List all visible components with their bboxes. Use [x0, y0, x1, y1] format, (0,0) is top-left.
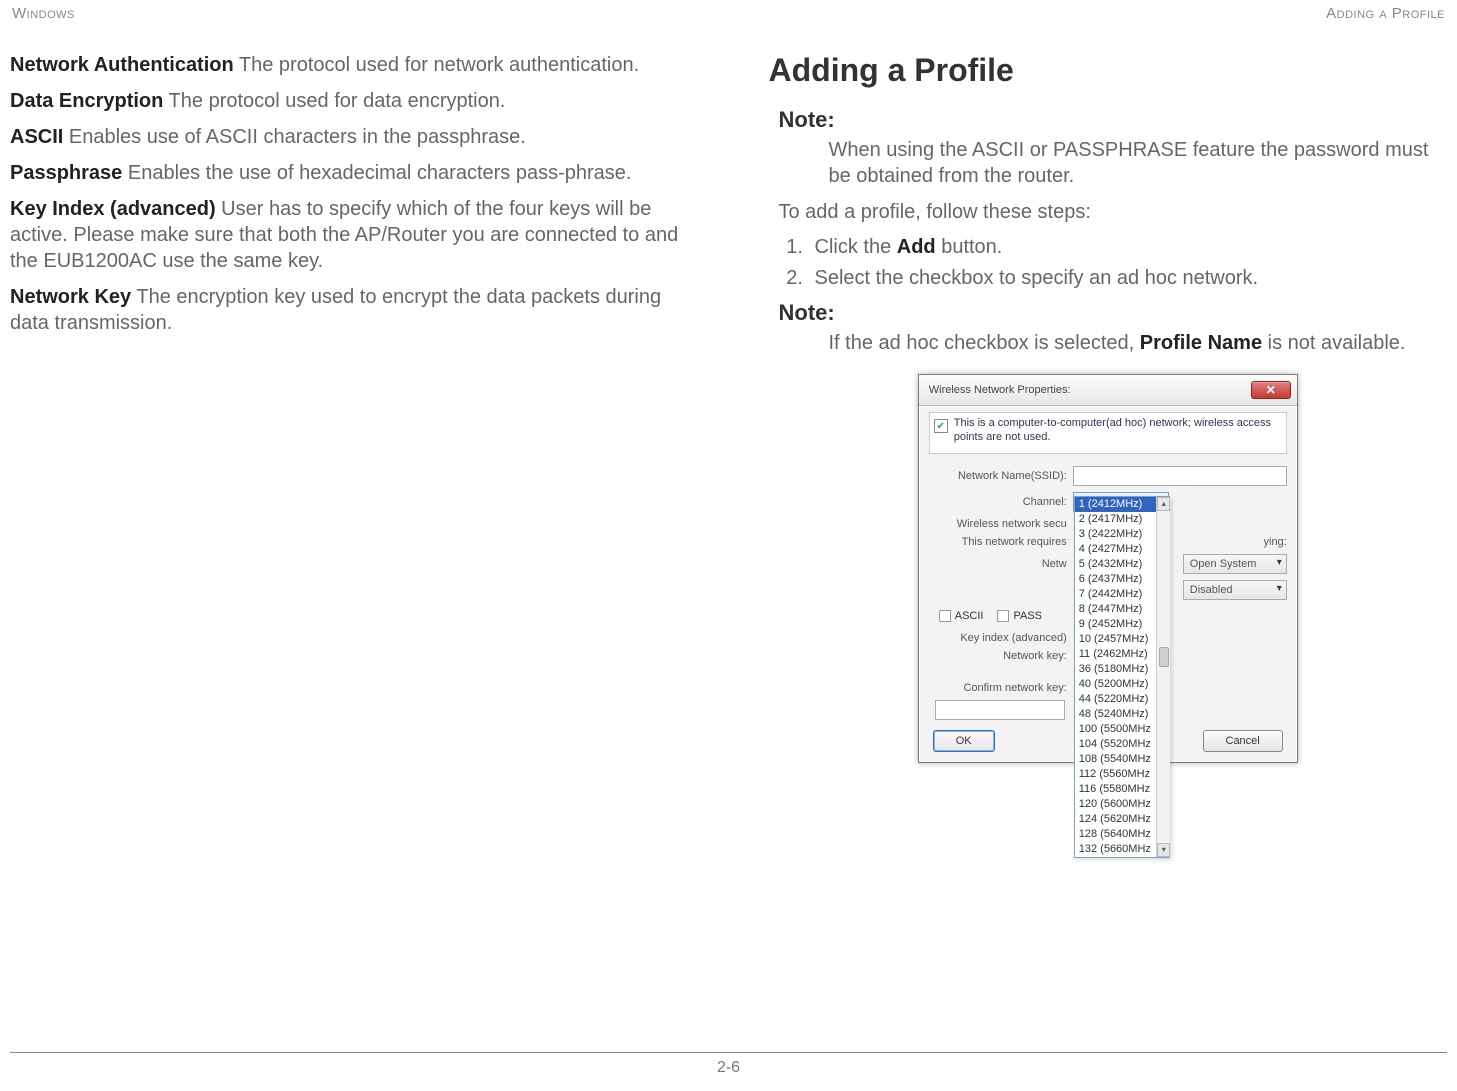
def-data-encryption: Data Encryption The protocol used for da… — [10, 88, 689, 114]
channel-option[interactable]: 8 (2447MHz) — [1075, 602, 1169, 617]
pass-checkbox-wrap[interactable]: PASS — [997, 610, 1042, 622]
def-network-auth: Network Authentication The protocol used… — [10, 52, 689, 78]
channel-option[interactable]: 104 (5520MHz — [1075, 737, 1169, 752]
confirm-key-label: Confirm network key: — [929, 682, 1067, 694]
channel-option[interactable]: 132 (5660MHz — [1075, 842, 1169, 857]
left-column: Network Authentication The protocol used… — [10, 52, 689, 763]
def-network-key: Network Key The encryption key used to e… — [10, 284, 689, 336]
def-key-index: Key Index (advanced) User has to specify… — [10, 196, 689, 274]
ying-label: ying: — [1264, 536, 1287, 548]
page-number: 2-6 — [10, 1052, 1447, 1077]
channel-option[interactable]: 120 (5600MHz — [1075, 797, 1169, 812]
note-body-1: When using the ASCII or PASSPHRASE featu… — [829, 137, 1448, 189]
intro-text: To add a profile, follow these steps: — [779, 199, 1448, 226]
channel-option[interactable]: 124 (5620MHz — [1075, 812, 1169, 827]
note-label-2: Note: — [779, 300, 1448, 326]
ssid-input[interactable] — [1073, 466, 1287, 486]
section-heading: Adding a Profile — [769, 52, 1448, 89]
channel-option[interactable]: 11 (2462MHz) — [1075, 647, 1169, 662]
ascii-checkbox-wrap[interactable]: ASCII — [939, 610, 984, 622]
wireless-properties-dialog: Wireless Network Properties: ✕ ✔ This is… — [918, 374, 1298, 763]
close-button[interactable]: ✕ — [1251, 381, 1291, 399]
channel-option[interactable]: 2 (2417MHz) — [1075, 512, 1169, 527]
step-1: Click the Add button. — [809, 236, 1448, 259]
channel-option[interactable]: 6 (2437MHz) — [1075, 572, 1169, 587]
header-right: Adding a Profile — [1326, 5, 1445, 22]
dialog-title: Wireless Network Properties: — [929, 384, 1071, 396]
encryption-combo[interactable]: Disabled — [1183, 580, 1287, 600]
header-left: Windows — [12, 5, 75, 22]
channel-option[interactable]: 3 (2422MHz) — [1075, 527, 1169, 542]
dropdown-scrollbar[interactable]: ▴ ▾ — [1156, 497, 1170, 857]
channel-option[interactable]: 128 (5640MHz — [1075, 827, 1169, 842]
ok-button[interactable]: OK — [933, 730, 995, 752]
step-2: Select the checkbox to specify an ad hoc… — [809, 267, 1448, 290]
ssid-label: Network Name(SSID): — [929, 470, 1067, 482]
ascii-checkbox[interactable] — [939, 610, 951, 622]
channel-option[interactable]: 4 (2427MHz) — [1075, 542, 1169, 557]
channel-option[interactable]: 1 (2412MHz) — [1075, 497, 1169, 512]
channel-option[interactable]: 10 (2457MHz) — [1075, 632, 1169, 647]
pass-checkbox[interactable] — [997, 610, 1009, 622]
channel-option[interactable]: 108 (5540MHz — [1075, 752, 1169, 767]
security-header-label: Wireless network secu — [929, 518, 1067, 530]
channel-option[interactable]: 36 (5180MHz) — [1075, 662, 1169, 677]
right-column: Adding a Profile Note: When using the AS… — [769, 52, 1448, 763]
requires-label: This network requires — [929, 536, 1067, 548]
adhoc-label: This is a computer-to-computer(ad hoc) n… — [954, 417, 1282, 445]
adhoc-checkbox[interactable]: ✔ — [934, 419, 948, 433]
channel-option[interactable]: 9 (2452MHz) — [1075, 617, 1169, 632]
channel-label: Channel: — [929, 496, 1067, 508]
network-key-label: Network key: — [929, 650, 1067, 662]
auth-combo[interactable]: Open System — [1183, 554, 1287, 574]
channel-option[interactable]: 5 (2432MHz) — [1075, 557, 1169, 572]
note-label-1: Note: — [779, 107, 1448, 133]
def-ascii: ASCII Enables use of ASCII characters in… — [10, 124, 689, 150]
confirm-key-input[interactable] — [935, 700, 1065, 720]
channel-option[interactable]: 48 (5240MHz) — [1075, 707, 1169, 722]
channel-option[interactable]: 100 (5500MHz — [1075, 722, 1169, 737]
channel-option[interactable]: 112 (5560MHz — [1075, 767, 1169, 782]
cancel-button[interactable]: Cancel — [1203, 730, 1283, 752]
def-passphrase: Passphrase Enables the use of hexadecima… — [10, 160, 689, 186]
scroll-thumb[interactable] — [1159, 647, 1169, 667]
channel-option[interactable]: 116 (5580MHz — [1075, 782, 1169, 797]
channel-dropdown-open[interactable]: 1 (2412MHz) 2 (2417MHz) 3 (2422MHz) 4 (2… — [1074, 496, 1170, 858]
channel-option[interactable]: 40 (5200MHz) — [1075, 677, 1169, 692]
note-body-2: If the ad hoc checkbox is selected, Prof… — [829, 330, 1448, 356]
key-index-label: Key index (advanced) — [929, 632, 1067, 644]
scroll-down-icon[interactable]: ▾ — [1157, 843, 1170, 857]
channel-option[interactable]: 44 (5220MHz) — [1075, 692, 1169, 707]
netw-short-label: Netw — [929, 558, 1067, 570]
scroll-up-icon[interactable]: ▴ — [1157, 497, 1170, 511]
channel-option[interactable]: 7 (2442MHz) — [1075, 587, 1169, 602]
